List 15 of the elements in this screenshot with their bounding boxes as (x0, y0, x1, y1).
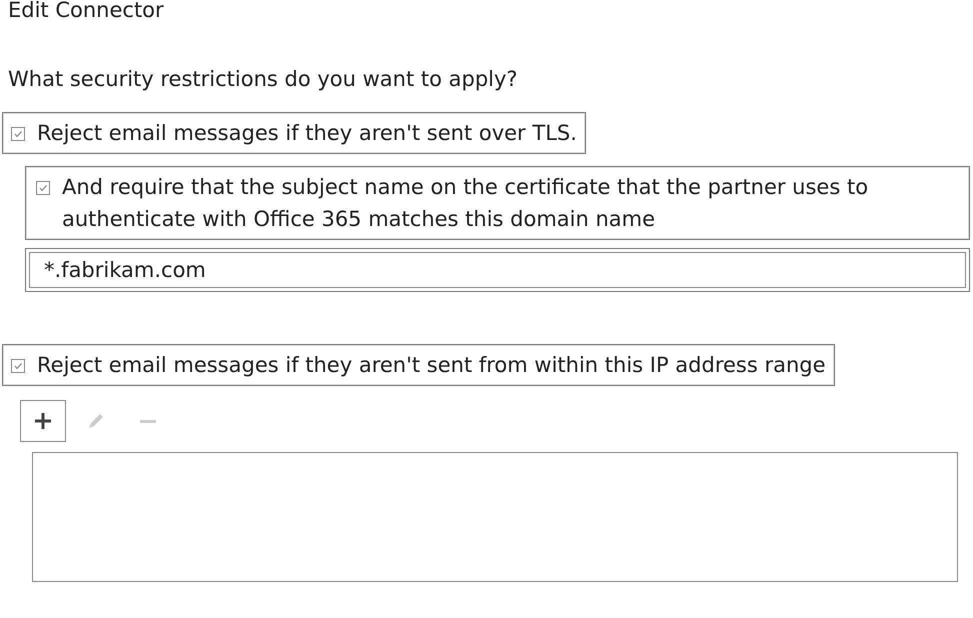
check-icon (13, 129, 23, 139)
tls-checkbox[interactable]: Reject email messages if they aren't sent over TLS. (2, 112, 586, 154)
dialog-title: Edit Connector (7, 0, 165, 22)
ip-range-checkbox[interactable]: Reject email messages if they aren't sent from within this IP address range (2, 344, 835, 386)
domain-field[interactable]: *.fabrikam.com (25, 248, 970, 292)
minus-icon (140, 420, 156, 422)
check-icon (38, 183, 48, 193)
plus-icon (32, 410, 54, 432)
check-icon (13, 361, 23, 371)
subject-name-checkbox[interactable]: And require that the subject name on the certificate that the partner uses to authenticate with Office 365 matches this domain name (25, 166, 970, 240)
question-text: What security restrictions do you want to apply? (7, 66, 519, 92)
checkbox[interactable] (11, 359, 25, 373)
checkbox[interactable] (36, 181, 50, 195)
checkbox[interactable] (11, 127, 25, 141)
add-button[interactable] (20, 400, 66, 442)
